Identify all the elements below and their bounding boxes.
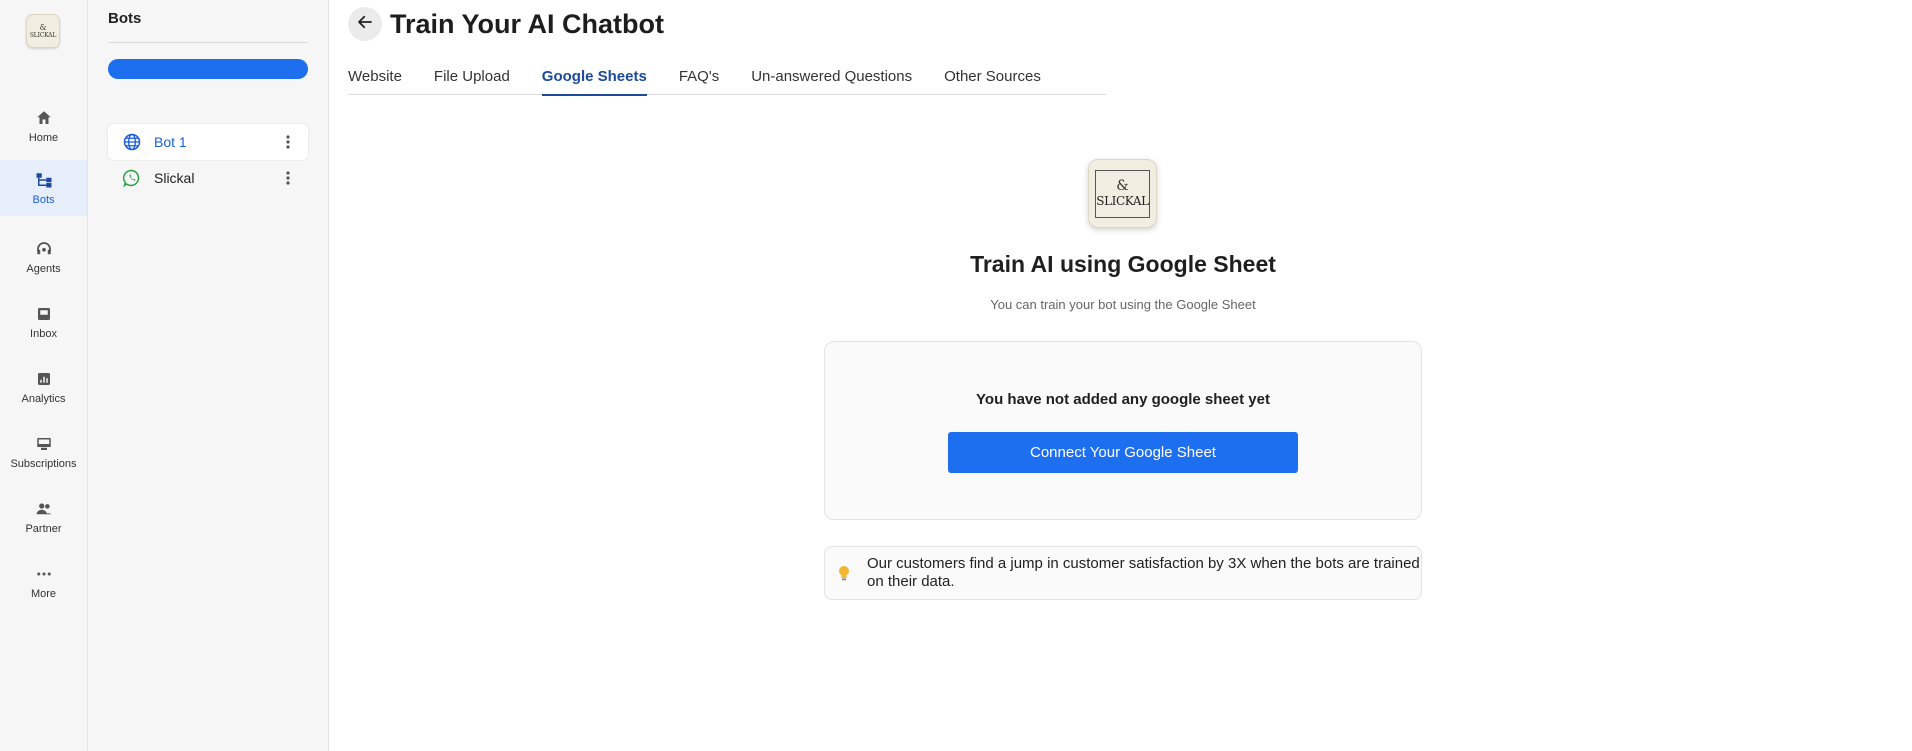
rail-item-label: Analytics [21, 392, 66, 405]
left-rail: & SLICKAL Home Bots Agents Inbox Analyti… [0, 0, 88, 751]
lightbulb-icon [837, 565, 851, 581]
connect-google-sheet-button[interactable]: Connect Your Google Sheet [948, 432, 1298, 473]
rail-item-bots[interactable]: Bots [0, 160, 87, 216]
empty-state-card: You have not added any google sheet yet … [824, 341, 1422, 520]
rail-item-analytics[interactable]: Analytics [0, 359, 87, 415]
whatsapp-icon [122, 168, 142, 188]
rail-item-label: Bots [32, 193, 55, 206]
globe-icon [122, 132, 142, 152]
slickal-logo[interactable]: & SLICKAL [26, 14, 60, 48]
partner-icon [35, 500, 53, 518]
bot-item-label: Slickal [154, 170, 195, 186]
section-heading: Train AI using Google Sheet [970, 251, 1276, 277]
inbox-icon [35, 305, 53, 323]
bot-item-label: Bot 1 [154, 134, 187, 150]
bot-item-bot-1[interactable]: Bot 1 [108, 124, 308, 160]
add-bot-button[interactable] [108, 59, 308, 79]
tab-google-sheets[interactable]: Google Sheets [541, 64, 647, 96]
subscriptions-icon [35, 435, 53, 453]
rail-item-partner[interactable]: Partner [0, 489, 87, 545]
source-tabs: Website File Upload Google Sheets FAQ's … [348, 64, 1106, 96]
rail-item-label: Subscriptions [10, 457, 77, 470]
slickal-logo-large: & SLICKAL [1088, 159, 1157, 228]
logo-text: SLICKAL [1096, 194, 1149, 208]
rail-item-inbox[interactable]: Inbox [0, 294, 87, 350]
section-subheading: You can train your bot using the Google … [990, 297, 1256, 312]
bots-panel-title: Bots [108, 10, 142, 27]
rail-item-subscriptions[interactable]: Subscriptions [0, 424, 87, 480]
tab-website[interactable]: Website [348, 64, 402, 95]
logo-text: SLICKAL [29, 31, 57, 39]
tab-file-upload[interactable]: File Upload [434, 64, 510, 95]
tip-card: Our customers find a jump in customer sa… [824, 546, 1422, 600]
rail-item-label: Home [28, 131, 59, 144]
home-icon [35, 109, 53, 127]
tab-other-sources[interactable]: Other Sources [944, 64, 1041, 95]
page-title: Train Your AI Chatbot [390, 9, 665, 39]
rail-item-more[interactable]: More [0, 554, 87, 610]
divider [108, 42, 308, 43]
kebab-menu-icon[interactable] [278, 168, 298, 188]
arrow-left-icon [356, 13, 374, 36]
kebab-menu-icon[interactable] [278, 132, 298, 152]
tab-unanswered-questions[interactable]: Un-answered Questions [751, 64, 912, 95]
tab-faqs[interactable]: FAQ's [679, 64, 719, 95]
empty-state-text: You have not added any google sheet yet [976, 391, 1270, 408]
analytics-icon [35, 370, 53, 388]
bot-item-slickal[interactable]: Slickal [108, 160, 308, 196]
tip-text: Our customers find a jump in customer sa… [867, 555, 1420, 590]
more-icon [35, 565, 53, 583]
bots-panel: Bots Bot 1 Slickal [88, 0, 329, 751]
rail-item-label: Agents [26, 262, 61, 275]
rail-item-agents[interactable]: Agents [0, 229, 87, 285]
rail-item-label: Partner [25, 522, 62, 535]
back-button[interactable] [348, 7, 382, 41]
bots-icon [35, 171, 53, 189]
rail-item-home[interactable]: Home [0, 98, 87, 154]
rail-item-label: Inbox [30, 327, 57, 340]
rail-item-label: More [30, 587, 57, 600]
agents-icon [35, 240, 53, 258]
